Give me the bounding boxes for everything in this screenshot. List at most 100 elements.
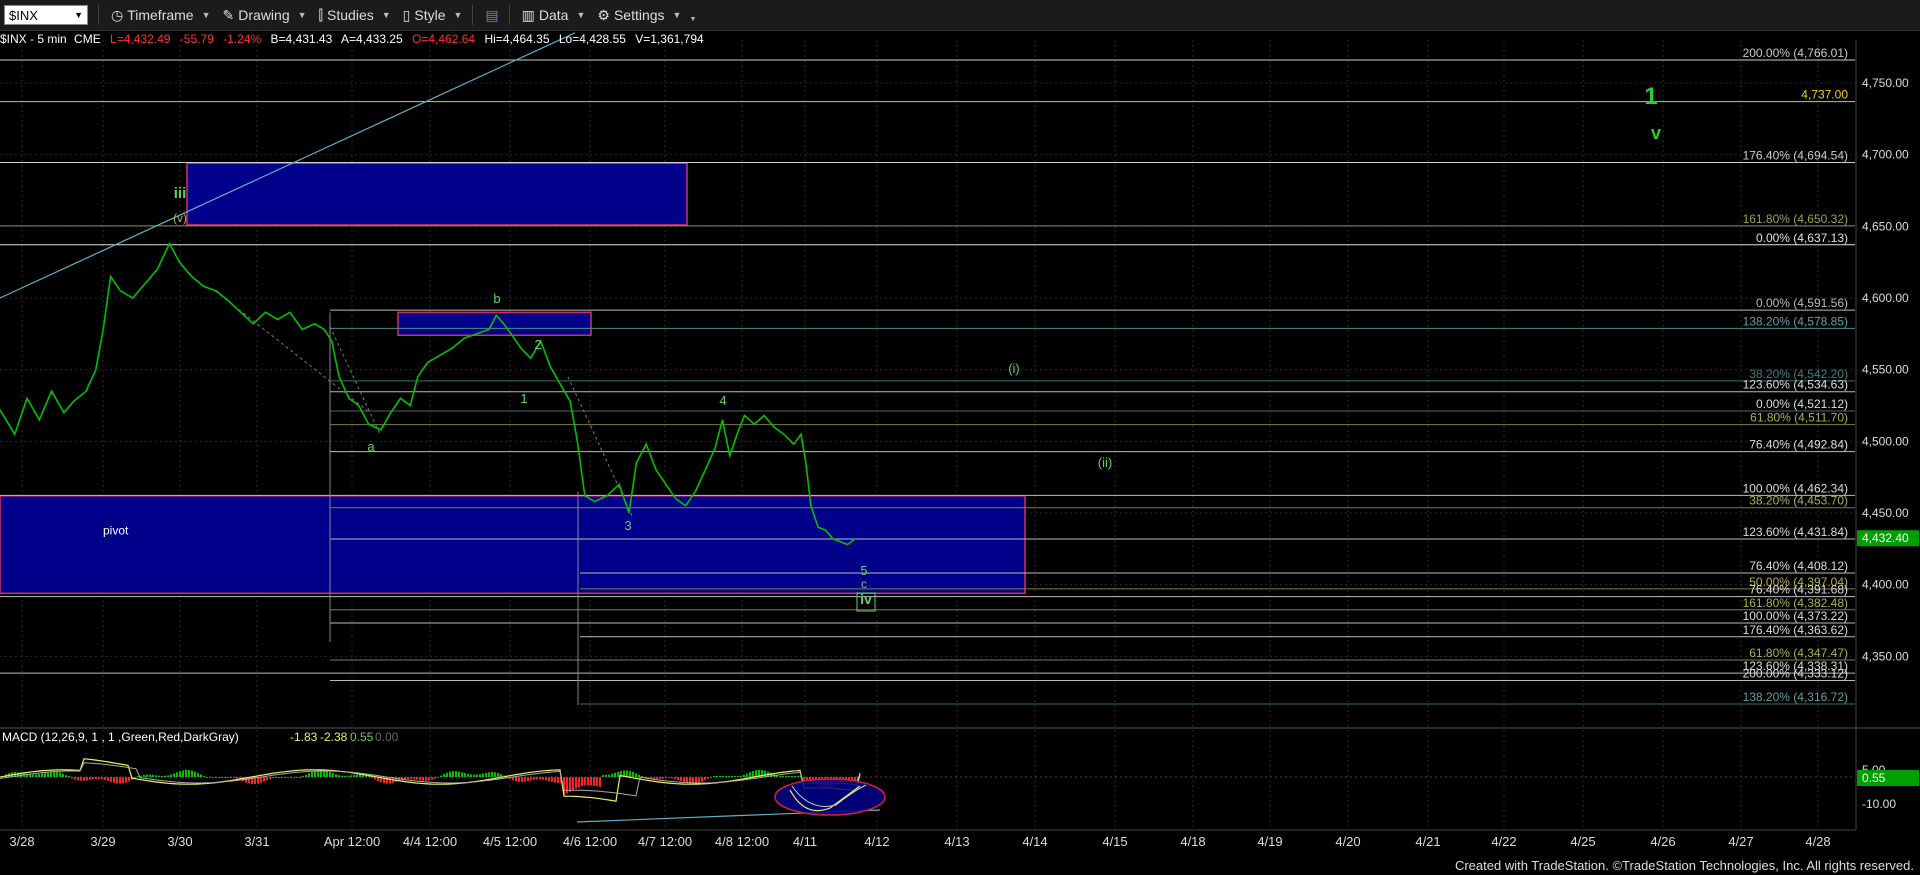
y-tick-label: 4,700.00: [1862, 148, 1909, 162]
macd-hist-bar: [746, 773, 748, 777]
macd-hist-bar: [629, 770, 631, 777]
x-tick-label: 4/6 12:00: [563, 834, 617, 849]
macd-hist-bar: [722, 775, 724, 777]
macd-hist-bar: [221, 777, 223, 778]
macd-hist-bar: [71, 777, 73, 779]
resistance-box-b: [397, 311, 592, 337]
fib-level-label: 200.00% (4,333.12): [1743, 667, 1848, 681]
macd-hist-bar: [743, 774, 745, 777]
macd-hist-bar: [137, 776, 139, 777]
trendlines: [0, 32, 633, 706]
data-button[interactable]: ▥ Data ▼: [522, 7, 586, 24]
macd-hist-bar: [659, 777, 661, 780]
macd-hist-bar: [608, 774, 610, 777]
macd-hist-bar: [530, 777, 532, 781]
macd-hist-bar: [518, 777, 520, 782]
macd-hist-bar: [128, 777, 130, 782]
macd-hist-bar: [719, 775, 721, 777]
macd-hist-bar: [548, 777, 550, 782]
pivot-label: pivot: [103, 524, 129, 538]
macd-hist-bar: [95, 777, 97, 779]
x-tick-label: 4/15: [1102, 834, 1127, 849]
y-tick-label: 4,750.00: [1862, 76, 1909, 90]
wave-label: 1: [520, 391, 527, 406]
pencil-icon: ✎: [222, 6, 235, 23]
fib-level-label: 0.00% (4,521.12): [1756, 397, 1848, 411]
price-chart[interactable]: pivot 200.00% (4,766.01)4,737.00176.40% …: [0, 0, 1920, 875]
macd-hist-bar: [269, 777, 271, 780]
x-tick-label: 4/4 12:00: [403, 834, 457, 849]
macd-hist-bar: [89, 777, 91, 780]
style-button[interactable]: ▯ Style ▼: [403, 7, 463, 24]
macd-hist-bar: [188, 770, 190, 777]
fib-level-label: 38.20% (4,453.70): [1749, 494, 1848, 508]
macd-hist-bar: [107, 777, 109, 781]
drawing-button[interactable]: ✎ Drawing ▼: [223, 7, 307, 24]
quote-open: O=4,462.64: [412, 32, 476, 46]
x-tick-label: 4/25: [1570, 834, 1595, 849]
macd-hist-bar: [458, 771, 460, 777]
macd-hist-bar: [596, 777, 598, 787]
macd-hist-bar: [350, 775, 352, 777]
macd-hist-bar: [176, 772, 178, 777]
macd-hist-bar: [275, 777, 277, 778]
quote-volume: V=1,361,794: [635, 32, 704, 46]
clock-icon: ◷: [111, 6, 124, 23]
macd-hist-bar: [194, 771, 196, 777]
macd-hist-bar: [734, 776, 736, 777]
chart-grid: [0, 40, 1855, 830]
symbol-input[interactable]: $INX ▼: [4, 5, 88, 25]
macd-hist-bar: [665, 777, 667, 779]
macd-hist-bar: [497, 772, 499, 777]
wave-label: (v): [173, 211, 187, 225]
macd-value-4: 0.00: [375, 730, 399, 744]
footer-credit: Created with TradeStation. ©TradeStation…: [1454, 858, 1914, 873]
caret-down-icon: ▼: [201, 10, 211, 20]
macd-hist-bar: [38, 774, 40, 777]
macd-hist-bar: [314, 770, 316, 777]
macd-hist-bar: [212, 777, 214, 779]
macd-hist-bar: [419, 777, 421, 781]
x-tick-label: 4/28: [1805, 834, 1830, 849]
layout-button[interactable]: ▤: [485, 7, 498, 24]
macd-hist-bar: [641, 776, 643, 777]
x-tick-label: 3/30: [167, 834, 192, 849]
macd-hist-bar: [233, 777, 235, 778]
macd-hist-bar: [170, 774, 172, 777]
macd-hist-bar: [86, 777, 88, 781]
timeframe-button[interactable]: ◷ Timeframe ▼: [111, 7, 211, 24]
macd-hist-bar: [203, 775, 205, 777]
macd-hist-bar: [521, 777, 523, 782]
macd-hist-bar: [206, 777, 208, 778]
macd-hist-bar: [671, 777, 673, 779]
macd-hist-bar: [101, 777, 103, 780]
macd-value-1: -1.83: [290, 730, 318, 744]
fib-level-label: 76.40% (4,391.68): [1749, 583, 1848, 597]
macd-hist-bar: [191, 770, 193, 777]
macd-hist-bar: [527, 777, 529, 782]
fib-level-label: 4,737.00: [1801, 88, 1848, 102]
x-tick-label: 3/29: [90, 834, 115, 849]
settings-button[interactable]: ⚙ Settings ▼ ▼: [597, 7, 696, 24]
caret-down-icon: ▼: [672, 10, 682, 20]
macd-hist-bar: [482, 773, 484, 777]
macd-hist-bar: [593, 777, 595, 786]
y-tick-label: 4,600.00: [1862, 291, 1909, 305]
wave-label: c: [861, 577, 867, 591]
quote-ask: A=4,433.25: [340, 32, 403, 46]
studies-button[interactable]: ⫿ Studies ▼: [319, 7, 391, 24]
macd-hist-bar: [62, 773, 64, 777]
macd-hist-bar: [407, 777, 409, 779]
wave-label: 2: [534, 337, 541, 352]
macd-hist-bar: [161, 775, 163, 777]
macd-hist-bar: [158, 775, 160, 777]
macd-hist-bar: [59, 772, 61, 777]
macd-hist-bar: [662, 777, 664, 779]
settings-label: Settings: [613, 7, 665, 23]
macd-hist-bar: [470, 774, 472, 777]
macd-hist-bar: [788, 776, 790, 777]
macd-pane: MACD (12,26,9, 1 , 1 ,Green,Red,DarkGray…: [0, 727, 1920, 823]
macd-hist-bar: [467, 773, 469, 777]
wave-label: 5: [860, 563, 867, 578]
y-axis: 4,750.00 4,700.00 4,650.00 4,600.00 4,550.00…: [1855, 40, 1919, 830]
